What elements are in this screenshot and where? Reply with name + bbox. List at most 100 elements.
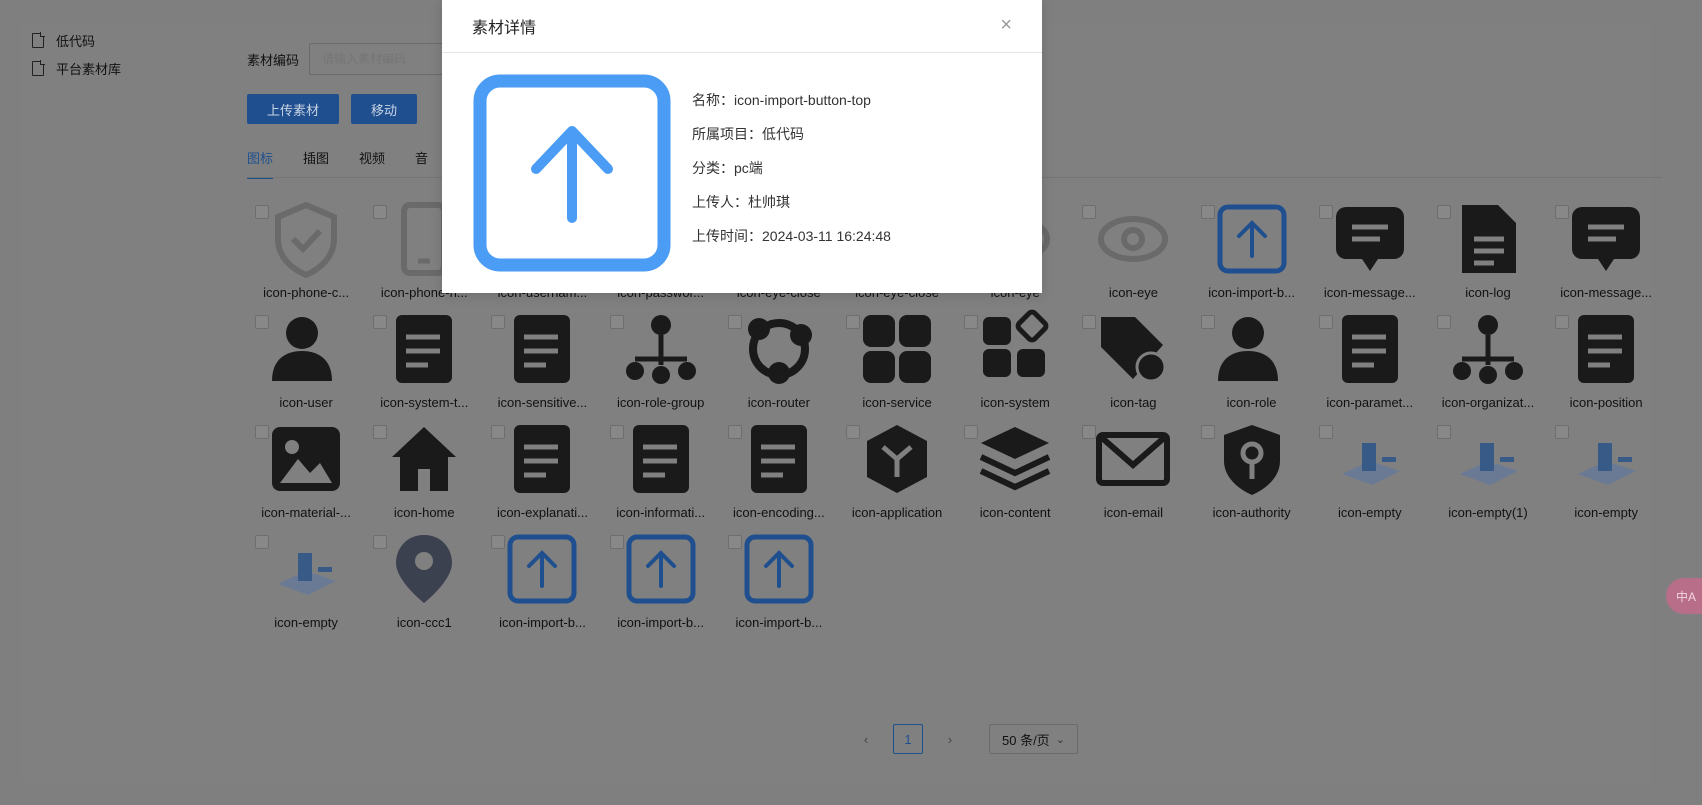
tab-audio[interactable]: 音 [415, 148, 428, 179]
select-checkbox[interactable] [255, 535, 269, 549]
icon-content-icon[interactable] [975, 419, 1055, 499]
select-checkbox[interactable] [1082, 315, 1097, 329]
icon-card[interactable]: icon-router [720, 309, 838, 419]
sidebar-item-lowcode[interactable]: 低代码 [32, 26, 121, 54]
move-button[interactable]: 移动 [351, 94, 418, 124]
icon-encoding-icon[interactable] [739, 419, 819, 499]
icon-card[interactable]: icon-ccc1 [365, 529, 483, 639]
icon-import-b-icon[interactable] [739, 529, 819, 609]
icon-card[interactable]: icon-role [1193, 309, 1311, 419]
icon-card[interactable]: icon-import-b... [483, 529, 601, 639]
select-checkbox[interactable] [609, 425, 624, 439]
icon-card[interactable]: icon-position [1547, 309, 1665, 419]
select-checkbox[interactable] [1555, 315, 1570, 329]
icon-empty-icon[interactable] [1330, 419, 1410, 499]
select-checkbox[interactable] [373, 425, 388, 439]
icon-authority-icon[interactable] [1212, 419, 1292, 499]
icon-card[interactable]: icon-email [1074, 419, 1192, 529]
next-page-button[interactable]: › [935, 732, 965, 747]
select-checkbox[interactable] [491, 425, 506, 439]
select-checkbox[interactable] [491, 535, 506, 549]
icon-card[interactable]: icon-message... [1547, 199, 1665, 309]
icon-empty-1-icon[interactable] [1448, 419, 1528, 499]
icon-card[interactable]: icon-empty(1) [1429, 419, 1547, 529]
icon-email-icon[interactable] [1093, 419, 1173, 499]
icon-phone-c-icon[interactable] [266, 199, 346, 279]
icon-system-t-icon[interactable] [384, 309, 464, 389]
tab-videos[interactable]: 视频 [359, 148, 385, 179]
select-checkbox[interactable] [491, 315, 506, 329]
icon-empty-icon[interactable] [1566, 419, 1646, 499]
icon-card[interactable]: icon-material-... [247, 419, 365, 529]
select-checkbox[interactable] [1555, 425, 1570, 439]
select-checkbox[interactable] [1200, 315, 1215, 329]
icon-card[interactable]: icon-organizat... [1429, 309, 1547, 419]
icon-empty-icon[interactable] [266, 529, 346, 609]
prev-page-button[interactable]: ‹ [851, 732, 881, 747]
icon-material-icon[interactable] [266, 419, 346, 499]
icon-card[interactable]: icon-user [247, 309, 365, 419]
icon-system-icon[interactable] [975, 309, 1055, 389]
select-checkbox[interactable] [1436, 205, 1451, 219]
icon-card[interactable]: icon-log [1429, 199, 1547, 309]
icon-card[interactable]: icon-informati... [602, 419, 720, 529]
select-checkbox[interactable] [255, 425, 269, 439]
icon-card[interactable]: icon-eye [1074, 199, 1192, 309]
tab-illustrations[interactable]: 插图 [303, 148, 329, 179]
select-checkbox[interactable] [727, 425, 742, 439]
icon-card[interactable]: icon-system [956, 309, 1074, 419]
select-checkbox[interactable] [373, 535, 388, 549]
icon-application-icon[interactable] [857, 419, 937, 499]
icon-card[interactable]: icon-import-b... [720, 529, 838, 639]
select-checkbox[interactable] [845, 315, 860, 329]
icon-position-icon[interactable] [1566, 309, 1646, 389]
select-checkbox[interactable] [255, 315, 269, 329]
icon-explanati-icon[interactable] [502, 419, 582, 499]
select-checkbox[interactable] [845, 425, 860, 439]
icon-home-icon[interactable] [384, 419, 464, 499]
select-checkbox[interactable] [727, 315, 742, 329]
icon-service-icon[interactable] [857, 309, 937, 389]
select-checkbox[interactable] [964, 425, 979, 439]
icon-paramet-icon[interactable] [1330, 309, 1410, 389]
page-size-select[interactable]: 50 条/页 ⌄ [989, 724, 1078, 754]
icon-card[interactable]: icon-empty [1547, 419, 1665, 529]
icon-card[interactable]: icon-message... [1311, 199, 1429, 309]
select-checkbox[interactable] [1200, 425, 1215, 439]
icon-card[interactable]: icon-home [365, 419, 483, 529]
icon-card[interactable]: icon-system-t... [365, 309, 483, 419]
close-icon[interactable]: × [1000, 14, 1012, 37]
select-checkbox[interactable] [255, 205, 269, 219]
icon-role-icon[interactable] [1212, 309, 1292, 389]
select-checkbox[interactable] [1318, 205, 1333, 219]
icon-user-icon[interactable] [266, 309, 346, 389]
icon-card[interactable]: icon-role-group [602, 309, 720, 419]
select-checkbox[interactable] [373, 205, 388, 219]
translate-button[interactable]: 中A [1666, 578, 1702, 614]
icon-ccc1-icon[interactable] [384, 529, 464, 609]
icon-message-icon[interactable] [1566, 199, 1646, 279]
select-checkbox[interactable] [1318, 425, 1333, 439]
select-checkbox[interactable] [1436, 425, 1451, 439]
icon-card[interactable]: icon-encoding... [720, 419, 838, 529]
icon-card[interactable]: icon-application [838, 419, 956, 529]
select-checkbox[interactable] [1318, 315, 1333, 329]
icon-card[interactable]: icon-paramet... [1311, 309, 1429, 419]
select-checkbox[interactable] [609, 315, 624, 329]
select-checkbox[interactable] [964, 315, 979, 329]
icon-card[interactable]: icon-tag [1074, 309, 1192, 419]
icon-card[interactable]: icon-empty [1311, 419, 1429, 529]
select-checkbox[interactable] [609, 535, 624, 549]
icon-router-icon[interactable] [739, 309, 819, 389]
select-checkbox[interactable] [373, 315, 388, 329]
select-checkbox[interactable] [1555, 205, 1570, 219]
select-checkbox[interactable] [1082, 425, 1097, 439]
icon-organizat-icon[interactable] [1448, 309, 1528, 389]
select-checkbox[interactable] [727, 535, 742, 549]
icon-tag-icon[interactable] [1093, 309, 1173, 389]
select-checkbox[interactable] [1200, 205, 1215, 219]
sidebar-item-platform-library[interactable]: 平台素材库 [32, 54, 121, 82]
icon-card[interactable]: icon-empty [247, 529, 365, 639]
icon-card[interactable]: icon-authority [1193, 419, 1311, 529]
icon-card[interactable]: icon-explanati... [483, 419, 601, 529]
